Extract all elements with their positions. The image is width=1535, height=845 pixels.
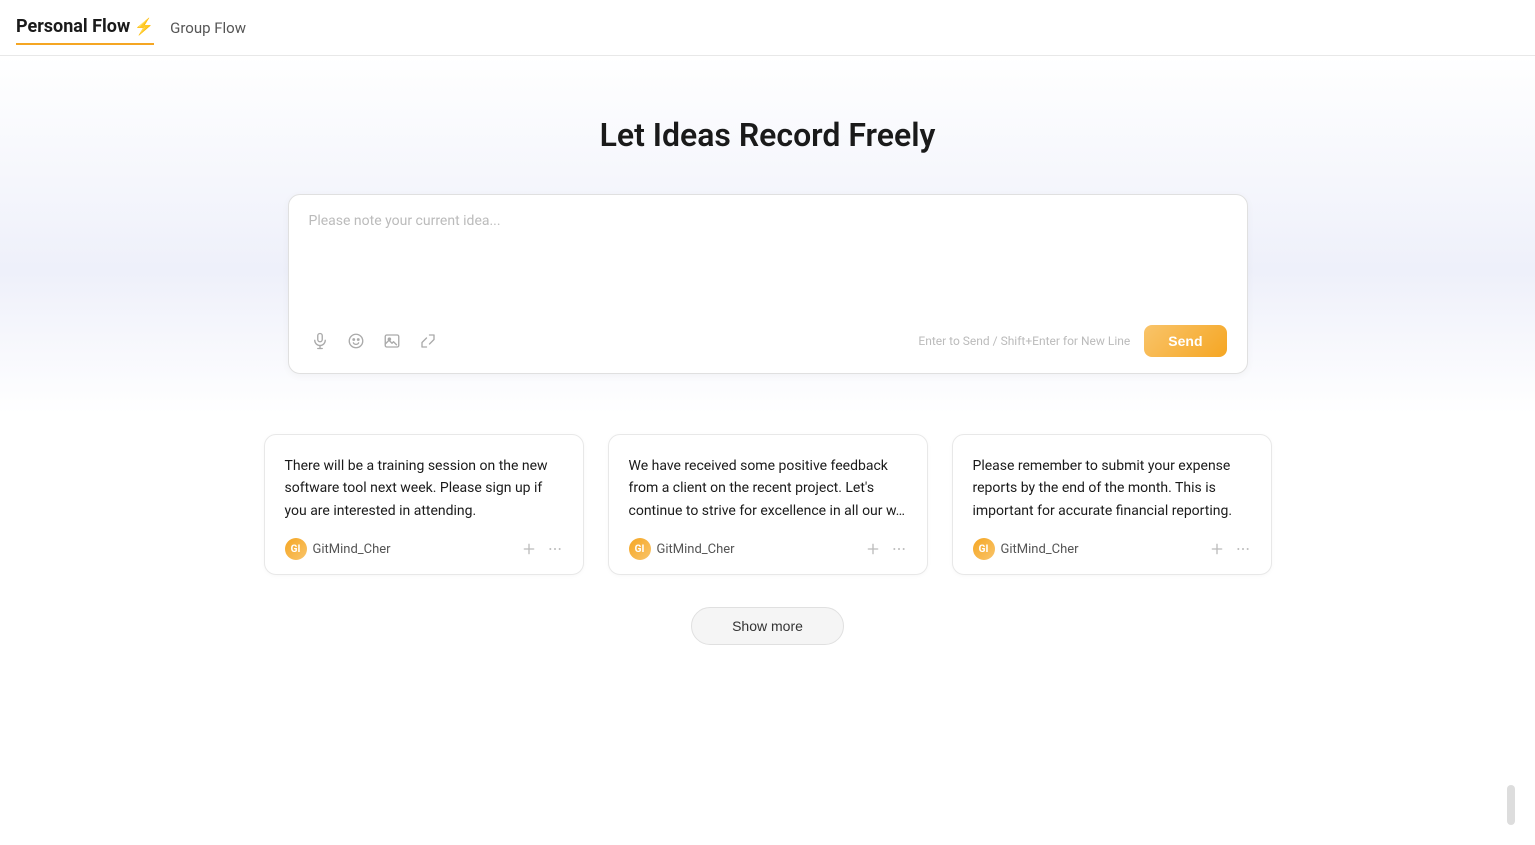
idea-card: There will be a training session on the … — [264, 434, 584, 575]
nav-bar: Personal Flow ⚡ Group Flow — [0, 0, 1535, 56]
more-options-icon[interactable] — [1235, 541, 1251, 557]
author-name: GitMind_Cher — [313, 542, 391, 557]
group-flow-label: Group Flow — [170, 19, 246, 37]
card-footer: GI GitMind_Cher — [973, 538, 1251, 560]
send-button[interactable]: Send — [1144, 325, 1226, 357]
card-text: There will be a training session on the … — [285, 455, 563, 522]
hero-section: Let Ideas Record Freely — [0, 56, 1535, 414]
hero-title: Let Ideas Record Freely — [600, 116, 936, 154]
idea-textarea[interactable] — [309, 211, 1227, 311]
more-options-icon[interactable] — [547, 541, 563, 557]
show-more-wrap: Show more — [691, 607, 844, 645]
card-actions — [1209, 541, 1251, 557]
card-actions — [865, 541, 907, 557]
lightning-icon: ⚡ — [134, 17, 154, 36]
author-name: GitMind_Cher — [657, 542, 735, 557]
card-author: GI GitMind_Cher — [285, 538, 391, 560]
author-avatar: GI — [629, 538, 651, 560]
idea-card: We have received some positive feedback … — [608, 434, 928, 575]
author-avatar: GI — [973, 538, 995, 560]
nav-group-flow[interactable]: Group Flow — [170, 13, 246, 43]
cards-section: There will be a training session on the … — [0, 414, 1535, 685]
card-footer: GI GitMind_Cher — [629, 538, 907, 560]
image-icon[interactable] — [381, 330, 403, 352]
card-footer: GI GitMind_Cher — [285, 538, 563, 560]
card-text: Please remember to submit your expense r… — [973, 455, 1251, 522]
more-options-icon[interactable] — [891, 541, 907, 557]
card-actions — [521, 541, 563, 557]
expand-icon[interactable] — [417, 330, 439, 352]
add-to-mind-map-icon[interactable] — [865, 541, 881, 557]
show-more-button[interactable]: Show more — [691, 607, 844, 645]
card-author: GI GitMind_Cher — [629, 538, 735, 560]
add-to-mind-map-icon[interactable] — [1209, 541, 1225, 557]
toolbar-left — [309, 330, 439, 352]
toolbar-right: Enter to Send / Shift+Enter for New Line… — [918, 325, 1226, 357]
scroll-indicator — [1507, 785, 1515, 825]
cards-row: There will be a training session on the … — [268, 434, 1268, 575]
shortcut-hint: Enter to Send / Shift+Enter for New Line — [918, 334, 1130, 348]
author-name: GitMind_Cher — [1001, 542, 1079, 557]
input-toolbar: Enter to Send / Shift+Enter for New Line… — [309, 325, 1227, 357]
emoji-icon[interactable] — [345, 330, 367, 352]
mic-icon[interactable] — [309, 330, 331, 352]
author-avatar: GI — [285, 538, 307, 560]
idea-card: Please remember to submit your expense r… — [952, 434, 1272, 575]
card-author: GI GitMind_Cher — [973, 538, 1079, 560]
card-text: We have received some positive feedback … — [629, 455, 907, 522]
add-to-mind-map-icon[interactable] — [521, 541, 537, 557]
nav-personal-flow[interactable]: Personal Flow ⚡ — [16, 10, 154, 45]
input-card: Enter to Send / Shift+Enter for New Line… — [288, 194, 1248, 374]
personal-flow-label: Personal Flow — [16, 16, 130, 37]
